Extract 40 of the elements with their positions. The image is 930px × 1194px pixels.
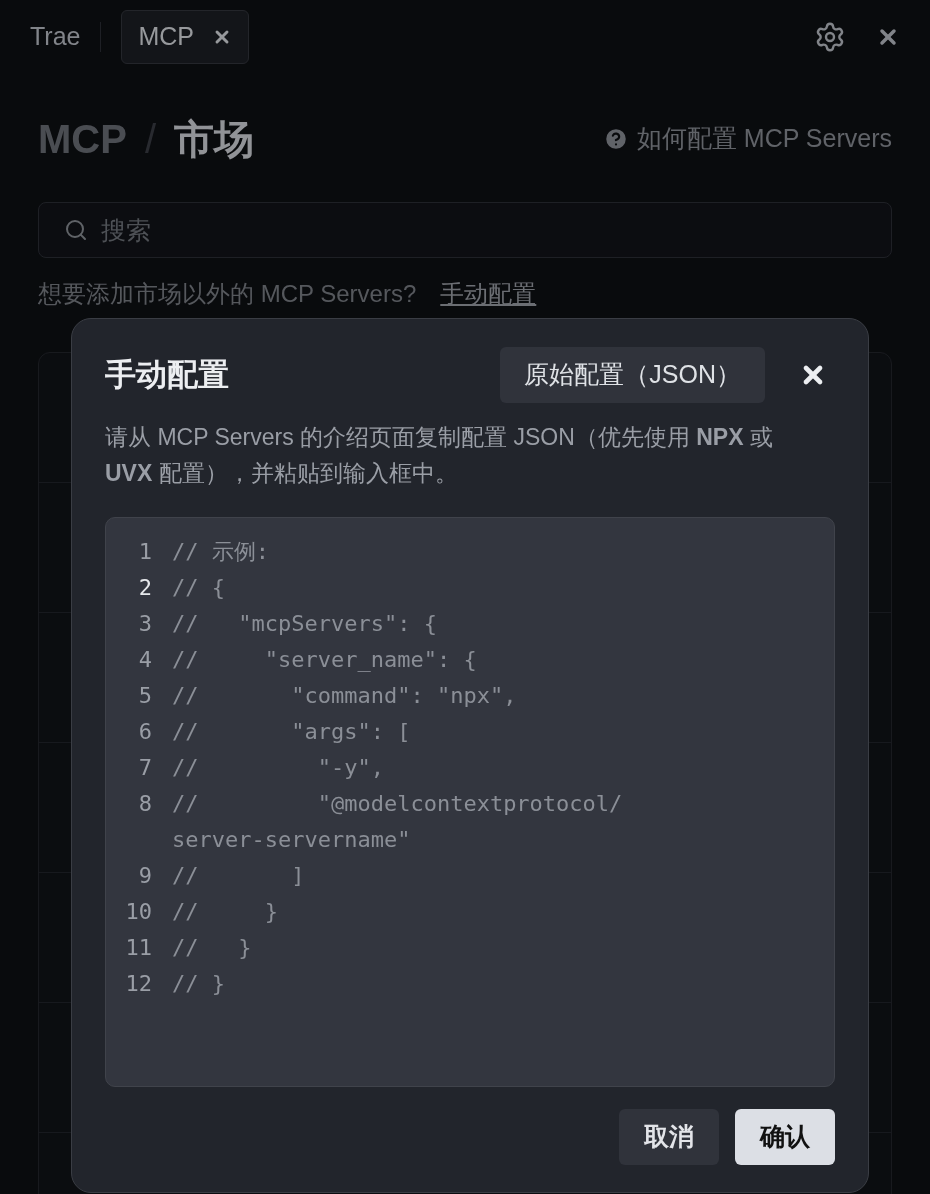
line-number: 5 [137, 682, 152, 710]
line-number: 7 [137, 754, 152, 782]
help-link[interactable]: 如何配置 MCP Servers [636, 120, 892, 158]
line-number: 10 [124, 898, 152, 926]
code-line: // } [172, 970, 226, 998]
tab[interactable]: MCP [121, 10, 250, 64]
settings-icon[interactable] [814, 21, 846, 53]
dialog-title: 手动配置 [105, 355, 229, 394]
line-number: 8 [137, 790, 152, 818]
code-line: // "command": "npx", [172, 682, 518, 710]
code-line: // ] [172, 862, 306, 890]
hint-text: 想要添加市场以外的 MCP Servers? [38, 279, 417, 309]
line-number: 4 [137, 646, 152, 674]
line-number: 6 [137, 718, 152, 746]
dialog-description: 请从 MCP Servers 的介绍页面复制配置 JSON（优先使用 NPX 或 UVX 配置），并粘贴到输入框中。 [105, 423, 774, 488]
confirm-button[interactable]: 确认 [735, 1109, 835, 1165]
breadcrumb-item: 市场 [174, 116, 254, 163]
mode-button[interactable]: 原始配置（JSON） [500, 347, 765, 403]
line-number: 2 [137, 574, 152, 602]
cancel-button[interactable]: 取消 [619, 1109, 719, 1165]
line-number: 3 [137, 610, 152, 638]
code-line: // } [172, 898, 279, 926]
json-editor[interactable]: 1 // 示例: 2 // { 3 // "mcpServers": { 4 // "server_name": { 5 // "command": "npx", 6 // "args": [ 7 // "-y", 8 // "@modelcontextprotocol/server-servername" 9 // ] 10 // } 11 // } 12 // } [105, 517, 835, 1087]
code-line: // { [172, 574, 226, 602]
manual-config-link[interactable]: 手动配置 [440, 276, 537, 312]
tab[interactable]: Trae [30, 10, 81, 64]
line-number: 12 [124, 970, 152, 998]
code-line: // "mcpServers": { [172, 610, 438, 638]
code-line: // "args": [ [172, 718, 412, 746]
code-line: // 示例: [172, 538, 270, 566]
line-number: 11 [124, 934, 152, 962]
line-number: 1 [137, 538, 152, 566]
code-line: // "@modelcontextprotocol/server-servername" [172, 790, 623, 854]
breadcrumb-separator: / [144, 116, 156, 163]
code-line: // "server_name": { [172, 646, 478, 674]
code-line: // } [172, 934, 253, 962]
code-line: // "-y", [172, 754, 385, 782]
search-icon [64, 218, 88, 242]
line-number: 9 [137, 862, 152, 890]
search-field[interactable]: 搜索 [38, 202, 892, 258]
